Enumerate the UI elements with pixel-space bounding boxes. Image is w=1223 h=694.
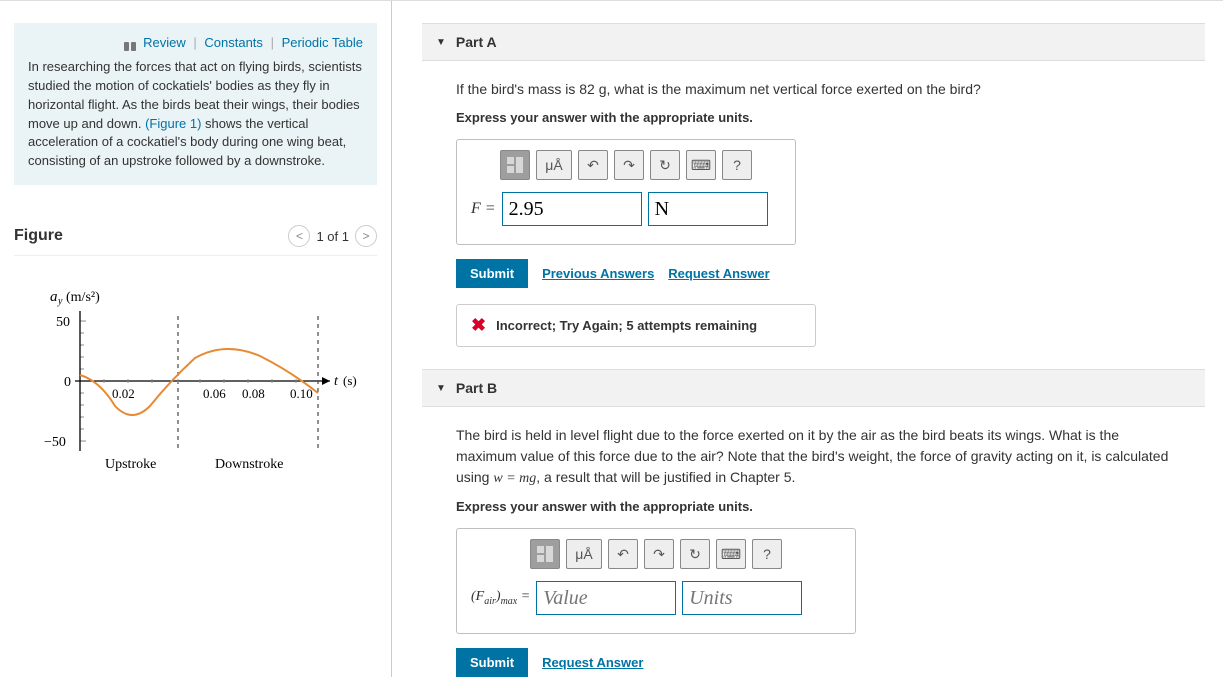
keyboard-button[interactable]: ⌨	[686, 150, 716, 180]
svg-text:−50: −50	[44, 435, 66, 450]
part-a-submit-button[interactable]: Submit	[456, 259, 528, 288]
figure-panel: a y (m/s²) 50 0 −50	[0, 256, 391, 519]
problem-info-box: Review | Constants | Periodic Table In r…	[14, 23, 377, 185]
part-a-feedback-text: Incorrect; Try Again; 5 attempts remaini…	[496, 318, 757, 333]
symbols-button[interactable]: μÅ	[536, 150, 572, 180]
templates-button[interactable]	[500, 150, 530, 180]
part-a-feedback: ✖ Incorrect; Try Again; 5 attempts remai…	[456, 304, 816, 347]
svg-text:0: 0	[64, 375, 71, 390]
part-a-title: Part A	[456, 34, 497, 50]
part-b-units-input[interactable]	[682, 581, 802, 615]
part-a-header[interactable]: ▼ Part A	[422, 23, 1205, 61]
problem-statement: In researching the forces that act on fl…	[28, 58, 363, 171]
part-b-header[interactable]: ▼ Part B	[422, 369, 1205, 407]
svg-text:y: y	[57, 296, 63, 307]
redo-button[interactable]: ↷	[644, 539, 674, 569]
templates-icon	[506, 156, 524, 174]
svg-text:0.10: 0.10	[290, 386, 313, 401]
svg-text:Upstroke: Upstroke	[105, 457, 156, 472]
part-b-question: The bird is held in level flight due to …	[456, 425, 1182, 489]
reset-button[interactable]: ↻	[650, 150, 680, 180]
templates-button[interactable]	[530, 539, 560, 569]
periodic-table-link[interactable]: Periodic Table	[282, 35, 363, 50]
part-b-request-answer-link[interactable]: Request Answer	[542, 655, 643, 670]
acceleration-chart: a y (m/s²) 50 0 −50	[20, 286, 360, 486]
review-link[interactable]: Review	[143, 35, 186, 50]
svg-text:0.06: 0.06	[203, 386, 226, 401]
svg-text:0.08: 0.08	[242, 386, 265, 401]
svg-text:a: a	[50, 289, 58, 305]
redo-button[interactable]: ↷	[614, 150, 644, 180]
keyboard-button[interactable]: ⌨	[716, 539, 746, 569]
svg-text:0.02: 0.02	[112, 386, 135, 401]
undo-button[interactable]: ↶	[578, 150, 608, 180]
input-toolbar: μÅ ↶ ↷ ↻ ⌨ ?	[471, 539, 841, 569]
svg-text:50: 50	[56, 315, 70, 330]
top-nav: Review | Constants | Periodic Table	[28, 35, 363, 50]
figure-next-button[interactable]: >	[355, 225, 377, 247]
figure-pager: < 1 of 1 >	[288, 225, 377, 247]
help-button[interactable]: ?	[722, 150, 752, 180]
part-b-var-label: (Fair)max =	[471, 589, 530, 607]
undo-button[interactable]: ↶	[608, 539, 638, 569]
book-icon	[122, 39, 136, 49]
reset-button[interactable]: ↻	[680, 539, 710, 569]
part-b-instruction: Express your answer with the appropriate…	[456, 499, 1182, 514]
svg-text:t: t	[334, 374, 339, 389]
part-a-value-input[interactable]	[502, 192, 642, 226]
constants-link[interactable]: Constants	[204, 35, 263, 50]
part-a-question: If the bird's mass is 82 g, what is the …	[456, 79, 1182, 100]
collapse-triangle-icon: ▼	[436, 37, 446, 48]
part-a-units-input[interactable]	[648, 192, 768, 226]
figure-page-indicator: 1 of 1	[316, 229, 349, 244]
part-a-answer-pod: μÅ ↶ ↷ ↻ ⌨ ? F =	[456, 139, 796, 245]
incorrect-icon: ✖	[471, 315, 486, 336]
svg-text:Downstroke: Downstroke	[215, 457, 283, 472]
figure-title: Figure	[14, 227, 63, 245]
part-b-submit-button[interactable]: Submit	[456, 648, 528, 677]
figure-prev-button[interactable]: <	[288, 225, 310, 247]
part-a-previous-answers-link[interactable]: Previous Answers	[542, 266, 654, 281]
part-a-request-answer-link[interactable]: Request Answer	[668, 266, 769, 281]
svg-text:(s): (s)	[343, 373, 357, 388]
svg-text:(m/s²): (m/s²)	[66, 290, 100, 305]
help-button[interactable]: ?	[752, 539, 782, 569]
part-b-answer-pod: μÅ ↶ ↷ ↻ ⌨ ? (Fair)max =	[456, 528, 856, 634]
part-b-title: Part B	[456, 380, 497, 396]
input-toolbar: μÅ ↶ ↷ ↻ ⌨ ?	[471, 150, 781, 180]
collapse-triangle-icon: ▼	[436, 383, 446, 394]
symbols-button[interactable]: μÅ	[566, 539, 602, 569]
part-b-value-input[interactable]	[536, 581, 676, 615]
templates-icon	[536, 545, 554, 563]
figure-reference-link[interactable]: (Figure 1)	[145, 116, 201, 131]
part-a-instruction: Express your answer with the appropriate…	[456, 110, 1182, 125]
part-a-var-label: F =	[471, 200, 496, 218]
